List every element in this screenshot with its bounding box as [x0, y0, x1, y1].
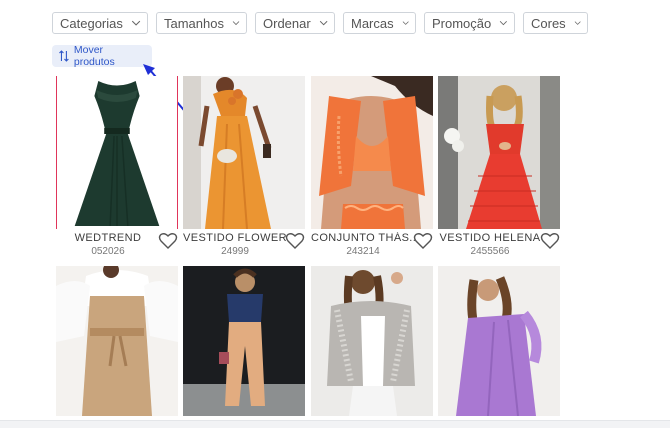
- filter-label: Ordenar: [263, 15, 311, 31]
- product-image[interactable]: [56, 266, 178, 416]
- filter-label: Categorias: [60, 15, 123, 31]
- move-products-label: Mover produtos: [73, 44, 115, 68]
- product-image[interactable]: [438, 266, 560, 416]
- chevron-down-icon: [500, 21, 508, 26]
- filter-tamanhos[interactable]: Tamanhos: [156, 12, 247, 34]
- product-card[interactable]: [183, 266, 305, 416]
- product-code: 052026: [91, 246, 125, 257]
- product-image[interactable]: [56, 76, 178, 229]
- product-name: CONJUNTO THÁS...: [311, 232, 415, 244]
- product-card[interactable]: WEDTREND 052026: [56, 76, 178, 257]
- filter-promocao[interactable]: Promoção: [424, 12, 515, 34]
- heart-icon[interactable]: [540, 232, 560, 250]
- chevron-down-icon: [574, 21, 581, 25]
- filter-label: Marcas: [351, 15, 394, 31]
- filter-cores[interactable]: Cores: [523, 12, 588, 34]
- product-image[interactable]: [438, 76, 560, 229]
- product-card[interactable]: [311, 266, 433, 416]
- sort-arrows-icon: [59, 50, 69, 62]
- filter-categorias[interactable]: Categorias: [52, 12, 148, 34]
- filter-marcas[interactable]: Marcas: [343, 12, 416, 34]
- filter-label: Tamanhos: [164, 15, 224, 31]
- product-card[interactable]: [438, 266, 560, 416]
- product-name: WEDTREND: [74, 232, 142, 244]
- chevron-down-icon: [319, 20, 328, 26]
- product-code: 243214: [346, 246, 380, 257]
- product-card[interactable]: [56, 266, 178, 416]
- filter-label: Cores: [531, 15, 566, 31]
- filter-ordenar[interactable]: Ordenar: [255, 12, 335, 34]
- filter-label: Promoção: [432, 15, 492, 31]
- filter-bar: Categorias Tamanhos Ordenar Marcas Promo…: [52, 12, 588, 34]
- page-bottom-edge: [0, 420, 670, 428]
- heart-icon[interactable]: [158, 232, 178, 250]
- product-image[interactable]: [311, 266, 433, 416]
- product-code: 24999: [221, 246, 249, 257]
- product-name: VESTIDO HELENA: [439, 232, 541, 244]
- product-name: VESTIDO FLOWER: [183, 232, 287, 244]
- product-card[interactable]: VESTIDO FLOWER 24999: [183, 76, 305, 257]
- chevron-down-icon: [232, 21, 240, 26]
- chevron-down-icon: [402, 21, 409, 25]
- product-card[interactable]: VESTIDO HELENA 2455566: [438, 76, 560, 257]
- product-card[interactable]: CONJUNTO THÁS... 243214: [311, 76, 433, 257]
- product-image[interactable]: [183, 266, 305, 416]
- chevron-down-icon: [131, 20, 141, 26]
- product-code: 2455566: [470, 246, 510, 257]
- move-products-button[interactable]: Mover produtos: [52, 44, 152, 68]
- heart-icon[interactable]: [413, 232, 433, 250]
- product-image[interactable]: [183, 76, 305, 229]
- heart-icon[interactable]: [285, 232, 305, 250]
- product-image[interactable]: [311, 76, 433, 229]
